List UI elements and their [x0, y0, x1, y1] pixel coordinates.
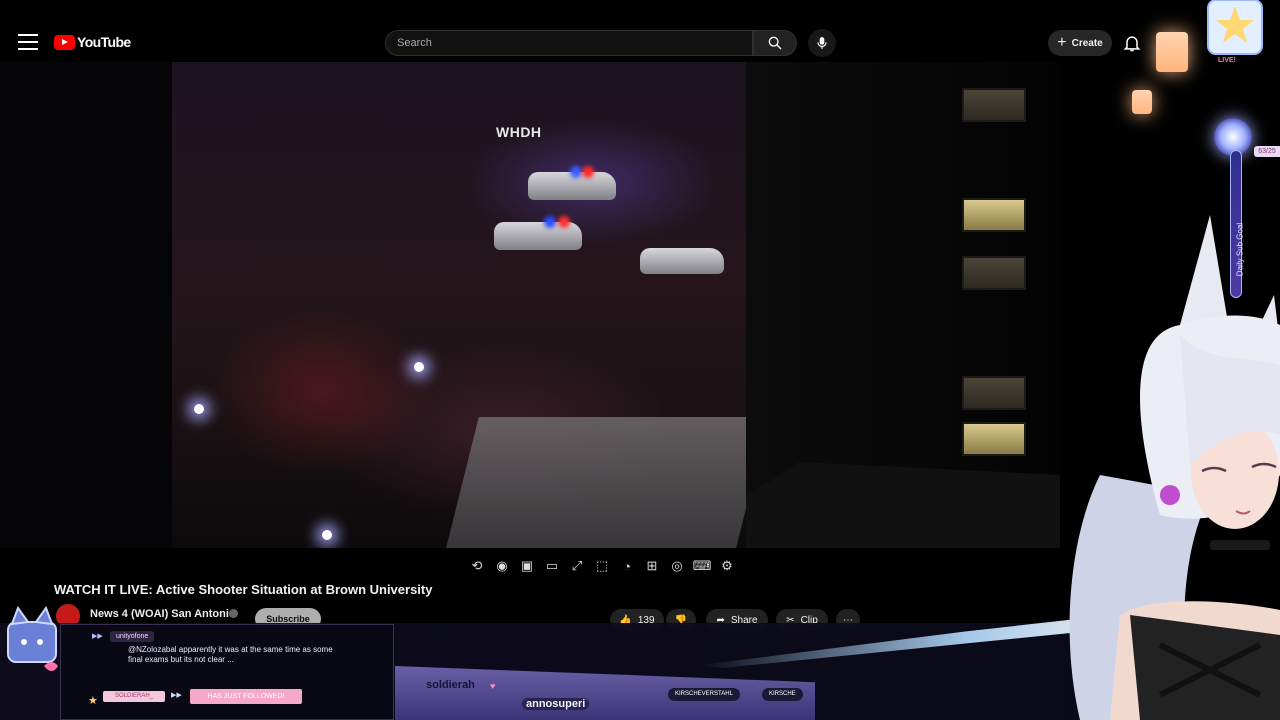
- create-button[interactable]: + Create: [1048, 30, 1112, 56]
- video-title: WATCH IT LIVE: Active Shooter Situation …: [54, 582, 433, 597]
- play-arrows-icon: ▶▶: [171, 692, 182, 699]
- keyboard-icon[interactable]: ⌨: [693, 557, 712, 575]
- speed-icon[interactable]: ◔: [618, 557, 636, 575]
- building-window: [962, 256, 1026, 290]
- siren-light: [544, 216, 556, 228]
- channel-name[interactable]: News 4 (WOAI) San Antonio: [90, 608, 236, 620]
- parked-car: [640, 248, 724, 274]
- chat-username: unityofone: [110, 631, 155, 642]
- star-icon: ★: [88, 695, 98, 707]
- twitter-handle: KIRSCHEVERSTAHL: [668, 688, 740, 701]
- chat-handle: KIRSCHE: [762, 688, 803, 701]
- recent-sub-name: soldierah: [426, 679, 475, 691]
- street-lamp: [414, 362, 424, 372]
- building-window: [962, 376, 1026, 410]
- menu-icon[interactable]: [18, 34, 38, 50]
- plus-icon: +: [1057, 34, 1067, 51]
- screenshot-icon[interactable]: ◎: [668, 557, 686, 575]
- fullscreen-icon[interactable]: ⤢: [568, 557, 586, 575]
- star-badge-icon: [1207, 0, 1263, 55]
- video-frame: WHDH: [172, 62, 769, 548]
- lantern: [1156, 32, 1188, 72]
- player-extension-toolbar: ⟲ ◉ ▣ ▭ ⤢ ⬚ ◔ ⊞ ◎ ⌨ ⚙: [468, 556, 736, 576]
- mini-settings-icon[interactable]: ▣: [518, 557, 536, 575]
- search-icon: [768, 36, 782, 50]
- cat-mascot-icon: [7, 605, 58, 671]
- plaza: [445, 417, 769, 548]
- play-arrows-icon: ▶▶: [92, 633, 103, 640]
- live-icon[interactable]: ◉: [493, 557, 511, 575]
- building-window: [962, 422, 1026, 456]
- heart-icon: ♥: [490, 681, 496, 691]
- siren-light: [558, 216, 570, 228]
- street-lamp: [322, 530, 332, 540]
- follow-alert: HAS JUST FOLLOWED!: [190, 689, 302, 704]
- voice-search-button[interactable]: [808, 29, 836, 57]
- youtube-logo[interactable]: YouTube: [54, 34, 131, 50]
- search-box: [385, 30, 753, 56]
- recent-cheer-name: annosuperi: [522, 698, 590, 710]
- gear-icon[interactable]: ⚙: [718, 557, 736, 575]
- station-watermark: WHDH: [496, 124, 542, 140]
- verified-icon: [229, 609, 238, 618]
- brand-name: YouTube: [77, 34, 131, 50]
- search-button[interactable]: [753, 30, 797, 56]
- crop-icon[interactable]: ⬚: [593, 557, 611, 575]
- building-roof: [746, 462, 1060, 548]
- building-window: [962, 198, 1026, 232]
- live-tag: LIVE!: [1218, 57, 1236, 64]
- search-input[interactable]: [386, 31, 752, 55]
- add-icon[interactable]: ⊞: [643, 557, 661, 575]
- follower-name: SOLDIERAH_: [103, 691, 165, 702]
- siren-light: [570, 166, 582, 178]
- video-player[interactable]: WHDH: [0, 62, 1060, 548]
- siren-light: [582, 166, 594, 178]
- building-window: [962, 88, 1026, 122]
- street-lamp: [194, 404, 204, 414]
- vtuber-avatar: [1069, 215, 1280, 720]
- youtube-play-icon: [54, 34, 75, 50]
- police-car: [494, 222, 582, 250]
- microphone-icon: [817, 37, 827, 49]
- lantern: [1132, 90, 1152, 114]
- notifications-bell-icon[interactable]: [1122, 33, 1142, 53]
- create-label: Create: [1071, 37, 1103, 49]
- sub-goal-count: 63/25: [1254, 146, 1280, 157]
- loop-icon[interactable]: ⟲: [468, 557, 486, 575]
- chat-message: @NZolozabal apparently it was at the sam…: [128, 645, 333, 664]
- theater-icon[interactable]: ▭: [543, 557, 561, 575]
